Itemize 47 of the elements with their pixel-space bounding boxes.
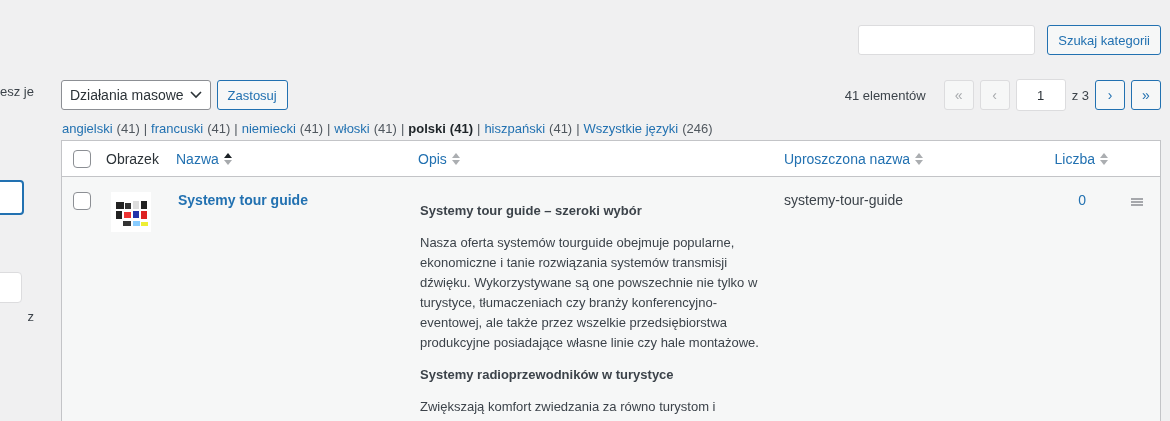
bulk-actions-select[interactable]: Działania masowe bbox=[61, 80, 211, 110]
column-header[interactable]: Opis bbox=[408, 150, 460, 167]
separator: | bbox=[400, 121, 405, 136]
slug-text: systemy-tour-guide bbox=[783, 192, 905, 208]
select-all-checkbox[interactable] bbox=[73, 149, 91, 168]
row-checkbox[interactable] bbox=[73, 192, 91, 210]
separator: | bbox=[576, 121, 580, 136]
language-count: (41) bbox=[299, 121, 323, 136]
search-field[interactable] bbox=[858, 25, 1036, 55]
search-button[interactable]: Szukaj kategorii bbox=[1047, 25, 1161, 55]
separator: | bbox=[477, 121, 481, 136]
language-link[interactable]: polski bbox=[408, 121, 446, 136]
separator: | bbox=[234, 121, 238, 136]
column-header[interactable]: Liczba bbox=[1044, 150, 1108, 167]
column-header[interactable]: Uproszczona nazwa bbox=[774, 150, 924, 167]
count-link[interactable]: 0 bbox=[1078, 192, 1108, 421]
language-link[interactable]: angielski bbox=[62, 121, 113, 136]
apply-button[interactable]: Zastosuj bbox=[216, 80, 288, 110]
drag-handle-icon[interactable] bbox=[1131, 198, 1143, 206]
description-text: Zwiększają komfort zwiedzania za równo turystom i bbox=[420, 398, 717, 416]
category-name-link[interactable]: Systemy tour guide bbox=[166, 192, 408, 208]
description-text: z bbox=[27, 309, 35, 324]
language-count: (41) bbox=[549, 121, 573, 136]
language-link[interactable]: włoski bbox=[334, 121, 370, 136]
description-text: esz je bbox=[0, 84, 35, 99]
language-link[interactable]: hiszpański bbox=[484, 121, 546, 136]
separator: | bbox=[326, 121, 331, 136]
pagination-button[interactable]: › bbox=[1095, 80, 1125, 110]
page-input[interactable]: 1 bbox=[1015, 79, 1066, 111]
separator: | bbox=[143, 121, 148, 136]
language-count: (41) bbox=[116, 121, 140, 136]
language-count: (246) bbox=[682, 121, 713, 136]
language-count: (41) bbox=[449, 121, 473, 136]
language-link[interactable]: Wszystkie języki bbox=[583, 121, 679, 136]
description-heading: Systemy radioprzewodników w turystyce bbox=[420, 366, 675, 384]
page-total: z 3 bbox=[1071, 87, 1089, 103]
description-heading: Systemy tour guide – szeroki wybór bbox=[420, 202, 643, 220]
column-header[interactable]: Nazwa bbox=[166, 150, 232, 167]
item-count: 41 elementów bbox=[844, 87, 926, 103]
description-text: Nasza oferta systemów tourguide obejmuje popularne, ekonomiczne i tanie rozwiązania systemów transmisji dźwięku. Wykorzystywane są one powszechnie nie tylko w turystyce, tłumaczeniach czy branży konferencyjno-eventowej, ale także przez wszelkie przedsiębiorstwa produkcyjne posiadające własne linie czy hale montażowe. bbox=[420, 234, 760, 352]
language-count: (41) bbox=[373, 121, 397, 136]
language-count: (41) bbox=[207, 121, 231, 136]
column-header: Obrazek bbox=[105, 150, 160, 167]
chevron-down-icon bbox=[189, 91, 202, 99]
language-link[interactable]: niemiecki bbox=[241, 121, 296, 136]
language-link[interactable]: francuski bbox=[151, 121, 204, 136]
pagination-button[interactable]: » bbox=[1131, 80, 1161, 110]
